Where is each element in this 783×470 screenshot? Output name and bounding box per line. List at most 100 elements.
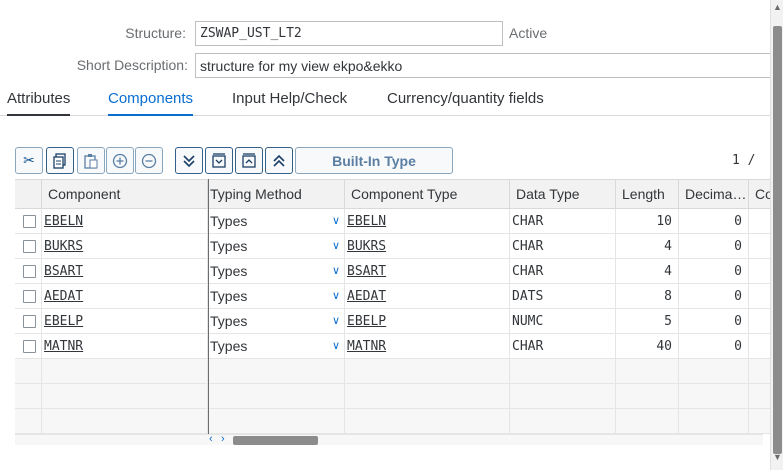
empty-cell[interactable]: [510, 384, 616, 409]
scroll-right-icon[interactable]: ›: [221, 433, 225, 445]
collapse-icon[interactable]: [235, 147, 263, 174]
empty-cell[interactable]: [208, 359, 345, 384]
component-cell[interactable]: MATNR: [42, 334, 208, 359]
typing-method-cell[interactable]: Types ∨: [208, 209, 345, 234]
chevron-down-icon[interactable]: ∨: [332, 314, 340, 327]
component-cell[interactable]: AEDAT: [42, 284, 208, 309]
component-type-link[interactable]: BUKRS: [347, 239, 386, 254]
empty-cell[interactable]: [749, 384, 770, 409]
scroll-up-icon[interactable]: ▲: [773, 2, 782, 12]
component-cell[interactable]: EBELP: [42, 309, 208, 334]
table-row[interactable]: [15, 409, 770, 434]
short-description-field[interactable]: structure for my view ekpo&ekko: [195, 53, 770, 78]
typing-method-cell[interactable]: Types ∨: [208, 309, 345, 334]
row-selector[interactable]: [15, 284, 42, 309]
row-checkbox[interactable]: [23, 215, 36, 228]
chevron-down-icon[interactable]: ∨: [332, 214, 340, 227]
column-header-data-type[interactable]: Data Type: [510, 180, 616, 209]
component-cell[interactable]: EBELN: [42, 209, 208, 234]
table-row[interactable]: [15, 359, 770, 384]
table-row[interactable]: AEDAT Types ∨ AEDAT DATS 8 0: [15, 284, 770, 309]
cut-icon[interactable]: ✂: [15, 147, 43, 174]
row-selector[interactable]: [15, 259, 42, 284]
typing-method-cell[interactable]: Types ∨: [208, 234, 345, 259]
typing-method-cell[interactable]: Types ∨: [208, 259, 345, 284]
empty-cell[interactable]: [749, 359, 770, 384]
empty-cell[interactable]: [679, 384, 749, 409]
column-header-typing-method[interactable]: Typing Method: [208, 180, 345, 209]
column-header-component-type[interactable]: Component Type: [345, 180, 510, 209]
component-link[interactable]: BUKRS: [44, 239, 83, 254]
component-link[interactable]: AEDAT: [44, 289, 83, 304]
component-type-link[interactable]: EBELP: [347, 314, 386, 329]
empty-cell[interactable]: [616, 359, 679, 384]
column-header-co[interactable]: Co: [749, 180, 770, 209]
empty-cell[interactable]: [208, 384, 345, 409]
component-type-cell[interactable]: BSART: [345, 259, 510, 284]
tab-currency-quantity-fields[interactable]: Currency/quantity fields: [387, 90, 544, 116]
chevron-down-icon[interactable]: ∨: [332, 339, 340, 352]
insert-row-icon[interactable]: [106, 147, 134, 174]
table-row[interactable]: EBELP Types ∨ EBELP NUMC 5 0: [15, 309, 770, 334]
insert-icon[interactable]: [205, 147, 233, 174]
component-type-cell[interactable]: EBELN: [345, 209, 510, 234]
empty-cell[interactable]: [345, 384, 510, 409]
empty-cell[interactable]: [345, 359, 510, 384]
empty-cell[interactable]: [679, 359, 749, 384]
typing-method-cell[interactable]: Types ∨: [208, 334, 345, 359]
empty-cell[interactable]: [42, 409, 208, 434]
component-link[interactable]: MATNR: [44, 339, 83, 354]
chevron-down-icon[interactable]: ∨: [332, 239, 340, 252]
expand-all-icon[interactable]: [175, 147, 203, 174]
copy-icon[interactable]: [46, 147, 74, 174]
delete-row-icon[interactable]: [135, 147, 163, 174]
row-checkbox[interactable]: [23, 240, 36, 253]
typing-method-cell[interactable]: Types ∨: [208, 284, 345, 309]
component-type-link[interactable]: BSART: [347, 264, 386, 279]
empty-cell[interactable]: [42, 359, 208, 384]
tab-input-help-check[interactable]: Input Help/Check: [232, 90, 347, 116]
table-row[interactable]: [15, 384, 770, 409]
row-selector[interactable]: [15, 384, 42, 409]
empty-cell[interactable]: [208, 409, 345, 434]
tab-components[interactable]: Components: [108, 90, 194, 116]
table-row[interactable]: BUKRS Types ∨ BUKRS CHAR 4 0: [15, 234, 770, 259]
table-row[interactable]: MATNR Types ∨ MATNR CHAR 40 0: [15, 334, 770, 359]
component-type-cell[interactable]: BUKRS: [345, 234, 510, 259]
row-selector[interactable]: [15, 309, 42, 334]
row-selector[interactable]: [15, 409, 42, 434]
component-type-link[interactable]: AEDAT: [347, 289, 386, 304]
tab-attributes[interactable]: Attributes: [7, 90, 71, 116]
component-type-link[interactable]: MATNR: [347, 339, 386, 354]
chevron-down-icon[interactable]: ∨: [332, 264, 340, 277]
empty-cell[interactable]: [345, 409, 510, 434]
scroll-left-icon[interactable]: ‹: [209, 433, 213, 445]
empty-cell[interactable]: [510, 359, 616, 384]
row-checkbox[interactable]: [23, 290, 36, 303]
row-checkbox[interactable]: [23, 340, 36, 353]
structure-field[interactable]: ZSWAP_UST_LT2: [195, 21, 503, 46]
built-in-type-button[interactable]: Built-In Type: [295, 147, 453, 174]
component-link[interactable]: EBELN: [44, 214, 83, 229]
row-checkbox[interactable]: [23, 315, 36, 328]
empty-cell[interactable]: [616, 384, 679, 409]
row-selector[interactable]: [15, 359, 42, 384]
row-checkbox[interactable]: [23, 265, 36, 278]
column-header-component[interactable]: Component: [42, 180, 208, 209]
row-selector[interactable]: [15, 209, 42, 234]
column-header-decimals[interactable]: Decima…: [679, 180, 749, 209]
row-selector[interactable]: [15, 334, 42, 359]
table-row[interactable]: EBELN Types ∨ EBELN CHAR 10 0: [15, 209, 770, 234]
component-link[interactable]: EBELP: [44, 314, 83, 329]
chevron-down-icon[interactable]: ∨: [332, 289, 340, 302]
row-selector[interactable]: [15, 234, 42, 259]
empty-cell[interactable]: [42, 384, 208, 409]
vertical-scrollbar[interactable]: ▲ ▼: [770, 0, 783, 470]
component-type-link[interactable]: EBELN: [347, 214, 386, 229]
horizontal-scrollbar[interactable]: ‹ ›: [15, 433, 763, 445]
component-link[interactable]: BSART: [44, 264, 83, 279]
component-cell[interactable]: BUKRS: [42, 234, 208, 259]
collapse-all-icon[interactable]: [265, 147, 293, 174]
component-type-cell[interactable]: MATNR: [345, 334, 510, 359]
component-cell[interactable]: BSART: [42, 259, 208, 284]
